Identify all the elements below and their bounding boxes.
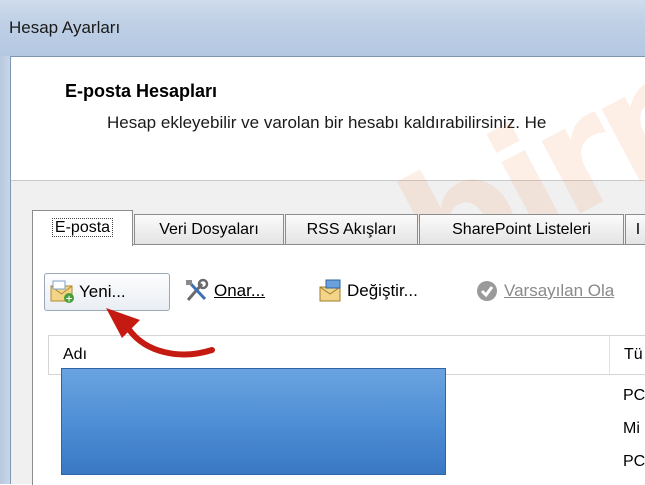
change-label: Değiştir... [347, 281, 418, 300]
column-header-type[interactable]: Tü [624, 346, 643, 364]
list-item-type[interactable]: Mi [623, 420, 640, 438]
tab-e-posta[interactable]: E-posta [32, 210, 133, 246]
column-divider [609, 336, 610, 374]
tab-label: RSS Akışları [306, 221, 397, 238]
page-description: Hesap ekleyebilir ve varolan bir hesabı … [107, 113, 547, 132]
list-item-type[interactable]: PC [623, 387, 645, 405]
tab-more[interactable]: I [625, 214, 645, 245]
tab-label: E-posta [51, 218, 114, 237]
tab-rss-akislari[interactable]: RSS Akışları [285, 214, 418, 245]
page-title: E-posta Hesapları [65, 81, 218, 101]
red-arrow-annotation [106, 308, 215, 358]
tab-label: SharePoint Listeleri [452, 221, 591, 238]
tab-label: Veri Dosyaları [159, 221, 259, 238]
change-button[interactable]: Değiştir... [313, 273, 418, 309]
change-account-icon [317, 278, 343, 304]
tab-veri-dosyalari[interactable]: Veri Dosyaları [134, 214, 284, 245]
window-frame [0, 56, 10, 484]
set-default-button[interactable]: Varsayılan Ola [470, 273, 614, 309]
set-default-label: Varsayılan Ola [504, 281, 615, 300]
repair-label: Onar... [214, 281, 266, 300]
title-bar: Hesap Ayarları [0, 0, 645, 56]
column-header-name[interactable]: Adı [63, 346, 87, 364]
tab-label: I [635, 221, 641, 238]
tab-sharepoint-listeleri[interactable]: SharePoint Listeleri [419, 214, 624, 245]
list-item-type[interactable]: PC [623, 453, 645, 471]
redacted-account-area [61, 368, 446, 475]
checkmark-icon [474, 278, 500, 304]
dialog-header: E-posta Hesapları Hesap ekleyebilir ve v… [11, 57, 645, 180]
new-mail-icon: + [49, 279, 75, 305]
svg-text:+: + [65, 295, 73, 305]
window-title: Hesap Ayarları [9, 18, 121, 37]
